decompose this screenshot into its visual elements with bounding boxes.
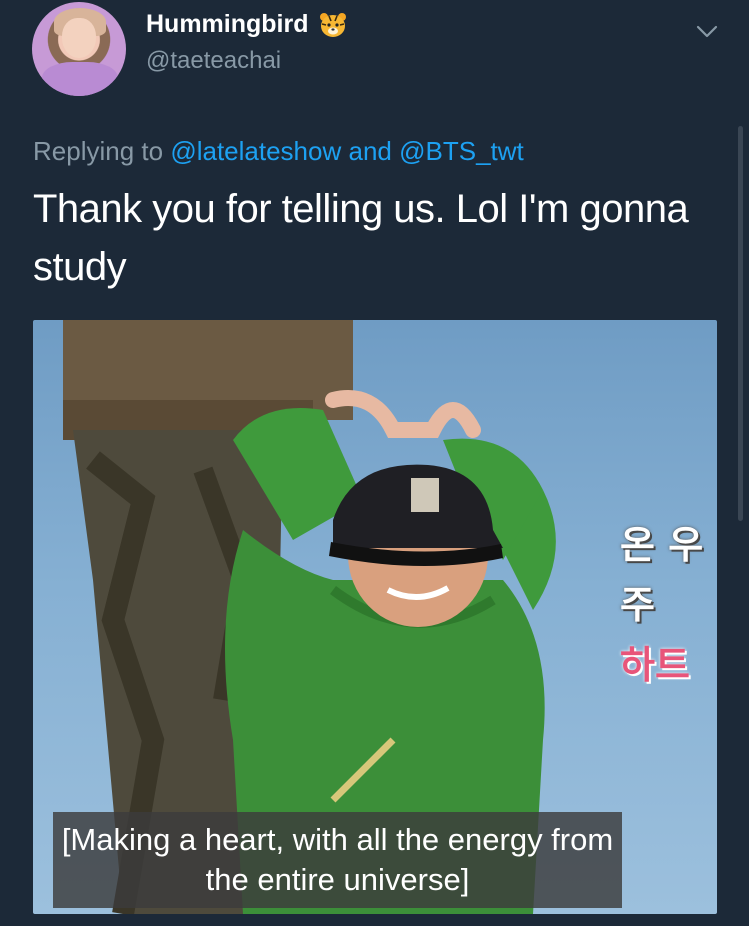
reply-context: Replying to @latelateshow and @BTS_twt xyxy=(33,136,524,167)
mention-link[interactable]: @latelateshow xyxy=(170,136,341,166)
reply-prefix: Replying to xyxy=(33,136,164,166)
display-name[interactable]: Hummingbird xyxy=(146,10,309,39)
korean-line-2: 하트 xyxy=(620,643,690,687)
tweet-text: Thank you for telling us. Lol I'm gonna … xyxy=(33,187,689,289)
avatar[interactable] xyxy=(32,2,126,96)
photo-caption: [Making a heart, with all the energy fro… xyxy=(53,812,622,908)
display-name-row[interactable]: Hummingbird xyxy=(146,10,347,39)
avatar-shirt xyxy=(42,62,118,96)
tiger-face-icon xyxy=(319,12,347,38)
korean-line-1: 온 우주 xyxy=(620,523,704,627)
reply-joiner[interactable]: and xyxy=(348,136,391,166)
scrollbar[interactable] xyxy=(738,126,743,521)
username[interactable]: @taeteachai xyxy=(146,47,281,75)
chevron-down-icon[interactable] xyxy=(694,18,720,44)
korean-subtitle: 온 우주 하트 xyxy=(620,515,717,695)
mention-link[interactable]: @BTS_twt xyxy=(399,136,524,166)
avatar-face xyxy=(62,18,96,58)
